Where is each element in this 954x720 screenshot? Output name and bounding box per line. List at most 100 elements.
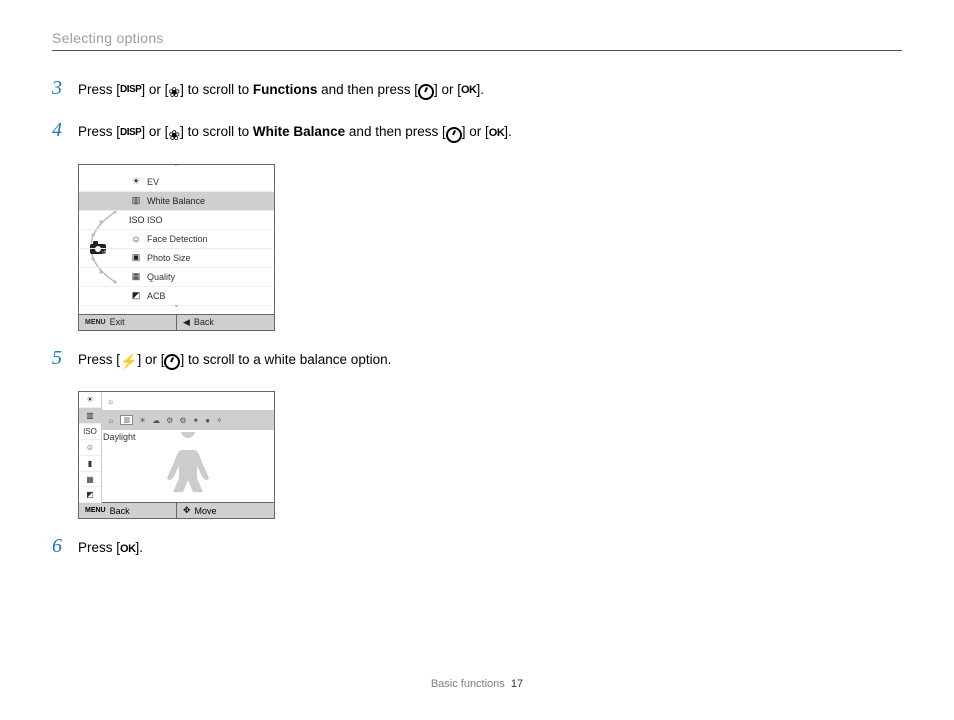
wb-option-icon: ☼ xyxy=(107,416,114,425)
step-text: Press [⚡] or [ ] to scroll to a white bal… xyxy=(78,349,612,371)
footer-back: MENU Back xyxy=(79,503,177,518)
step-3: 3 Press [DISP] or [❀] to scroll to Funct… xyxy=(52,79,612,101)
step-5: 5 Press [⚡] or [ ] to scroll to a white b… xyxy=(52,349,612,371)
page-footer: Basic functions 17 xyxy=(0,678,954,690)
bold-word: White Balance xyxy=(253,124,345,139)
camera-menu-content: ☼ ☼▥☀☁⚙⚙✦●✧ Daylight xyxy=(101,392,274,502)
text: ]. xyxy=(136,540,144,555)
sidebar-icon: ☀ xyxy=(79,392,101,408)
wb-options-strip: ☼▥☀☁⚙⚙✦●✧ xyxy=(101,411,274,430)
camera-menu-footer: MENU Exit ◀ Back xyxy=(79,314,274,330)
menu-icon: MENU xyxy=(85,507,106,514)
wb-option-icon: ☁ xyxy=(152,416,160,425)
menu-icon: MENU xyxy=(85,319,106,326)
step-number: 6 xyxy=(52,535,62,558)
text: and then press [ xyxy=(317,82,418,97)
ok-icon: OK xyxy=(120,538,136,560)
sidebar-icon: ☺ xyxy=(79,440,101,456)
menu-item-photo-size: ▣ Photo Size xyxy=(79,248,274,267)
menu-item-iso: ISO ISO xyxy=(79,210,274,229)
text: ]. xyxy=(504,124,512,139)
text: ] to scroll to xyxy=(180,124,253,139)
text: ] or [ xyxy=(141,124,168,139)
text: ] or [ xyxy=(462,124,489,139)
menu-item-icon: ▦ xyxy=(129,271,143,282)
text: and then press [ xyxy=(345,124,446,139)
text: ] or [ xyxy=(434,82,461,97)
menu-item-icon: ISO xyxy=(129,215,143,225)
timer-icon xyxy=(446,127,462,143)
person-silhouette xyxy=(148,432,228,502)
menu-item-icon: ▣ xyxy=(129,252,143,263)
text: ] to scroll to a white balance option. xyxy=(180,352,391,367)
menu-item-icon: ◩ xyxy=(129,290,143,301)
text: ]. xyxy=(476,82,484,97)
wb-option-icon: ⚙ xyxy=(166,416,173,425)
wb-option-icon: ✧ xyxy=(216,416,223,425)
text: ] to scroll to xyxy=(180,82,253,97)
footer-section: Basic functions xyxy=(431,678,505,690)
menu-item-ev: ☀ EV xyxy=(79,173,274,191)
menu-item-label: Photo Size xyxy=(147,253,191,263)
footer-back-label: Back xyxy=(110,506,130,516)
text: ] or [ xyxy=(137,352,164,367)
footer-back-label: Back xyxy=(194,317,214,327)
step-4: 4 Press [DISP] or [❀] to scroll to White… xyxy=(52,121,612,143)
footer-back: ◀ Back xyxy=(177,315,274,330)
step-text: Press [DISP] or [❀] to scroll to White B… xyxy=(78,121,612,143)
menu-item-label: ISO xyxy=(147,215,163,225)
menu-item-label: Quality xyxy=(147,272,175,282)
timer-icon xyxy=(418,84,434,100)
text: ] or [ xyxy=(141,82,168,97)
wb-option-icon: ⚙ xyxy=(179,416,186,425)
footer-exit: MENU Exit xyxy=(79,315,177,330)
content-body: 3 Press [DISP] or [❀] to scroll to Funct… xyxy=(52,51,612,560)
wb-option-icon: ✦ xyxy=(192,416,199,425)
menu-item-quality: ▦ Quality xyxy=(79,267,274,286)
menu-item-face-detection: ☺Face Detection xyxy=(79,229,274,248)
text: Press [ xyxy=(78,124,120,139)
sidebar-icon: ▮ xyxy=(79,456,101,472)
menu-item-label: White Balance xyxy=(147,196,205,206)
text: Press [ xyxy=(78,540,120,555)
scroll-down-indicator: ˇ xyxy=(79,305,274,314)
footer-move: ✥Move xyxy=(177,503,274,518)
text: Press [ xyxy=(78,352,120,367)
ok-icon: OK xyxy=(489,122,505,144)
menu-item-acb: ◩ ACB xyxy=(79,286,274,305)
sidebar-icon: ▥ xyxy=(79,408,101,424)
menu-item-label: Face Detection xyxy=(147,234,208,244)
camera-menu-sidebar: ☀▥ISO☺▮▦◩ xyxy=(79,392,102,503)
step-number: 5 xyxy=(52,347,62,370)
step-6: 6 Press [OK]. xyxy=(52,537,612,559)
camera-menu-footer: MENU Back ✥Move xyxy=(79,502,274,518)
step-text: Press [OK]. xyxy=(78,537,612,559)
sidebar-icon: ▦ xyxy=(79,472,101,488)
page-number: 17 xyxy=(511,678,523,690)
scroll-up-indicator: ˆ xyxy=(79,165,274,173)
wb-top-row: ☼ xyxy=(101,392,274,411)
step-number: 4 xyxy=(52,119,62,142)
flash-icon: ⚡ xyxy=(120,350,137,372)
wb-option-icon: ● xyxy=(205,416,210,425)
menu-item-label: EV xyxy=(147,177,159,187)
wb-sun-icon: ☼ xyxy=(107,397,114,406)
menu-item-label: ACB xyxy=(147,291,166,301)
footer-exit-label: Exit xyxy=(110,317,125,327)
back-triangle-icon: ◀ xyxy=(183,317,190,328)
menu-item-icon: ☀ xyxy=(129,176,143,187)
menu-item-white-balance: ▥ White Balance xyxy=(79,191,274,210)
timer-icon xyxy=(164,354,180,370)
footer-move-label: Move xyxy=(195,506,217,516)
sidebar-icon: ISO xyxy=(79,424,101,440)
disp-icon: DISP xyxy=(120,122,141,144)
camera-menu-white-balance: ☀▥ISO☺▮▦◩ ☼ ☼ ▥☀ ☁ ⚙ ⚙ ✦ ● ✧ Daylight MENU Back … xyxy=(78,391,275,519)
camera-menu-functions: ˆ ↺ ☀EV▥White BalanceISOISO☺Face Detecti… xyxy=(78,164,275,331)
menu-item-icon: ▥ xyxy=(129,195,143,206)
wb-selected-label: Daylight xyxy=(103,432,136,442)
sidebar-icon: ◩ xyxy=(79,487,101,503)
bold-word: Functions xyxy=(253,82,318,97)
section-header: Selecting options xyxy=(52,30,902,51)
ok-icon: OK xyxy=(461,79,477,101)
text: Press [ xyxy=(78,82,120,97)
